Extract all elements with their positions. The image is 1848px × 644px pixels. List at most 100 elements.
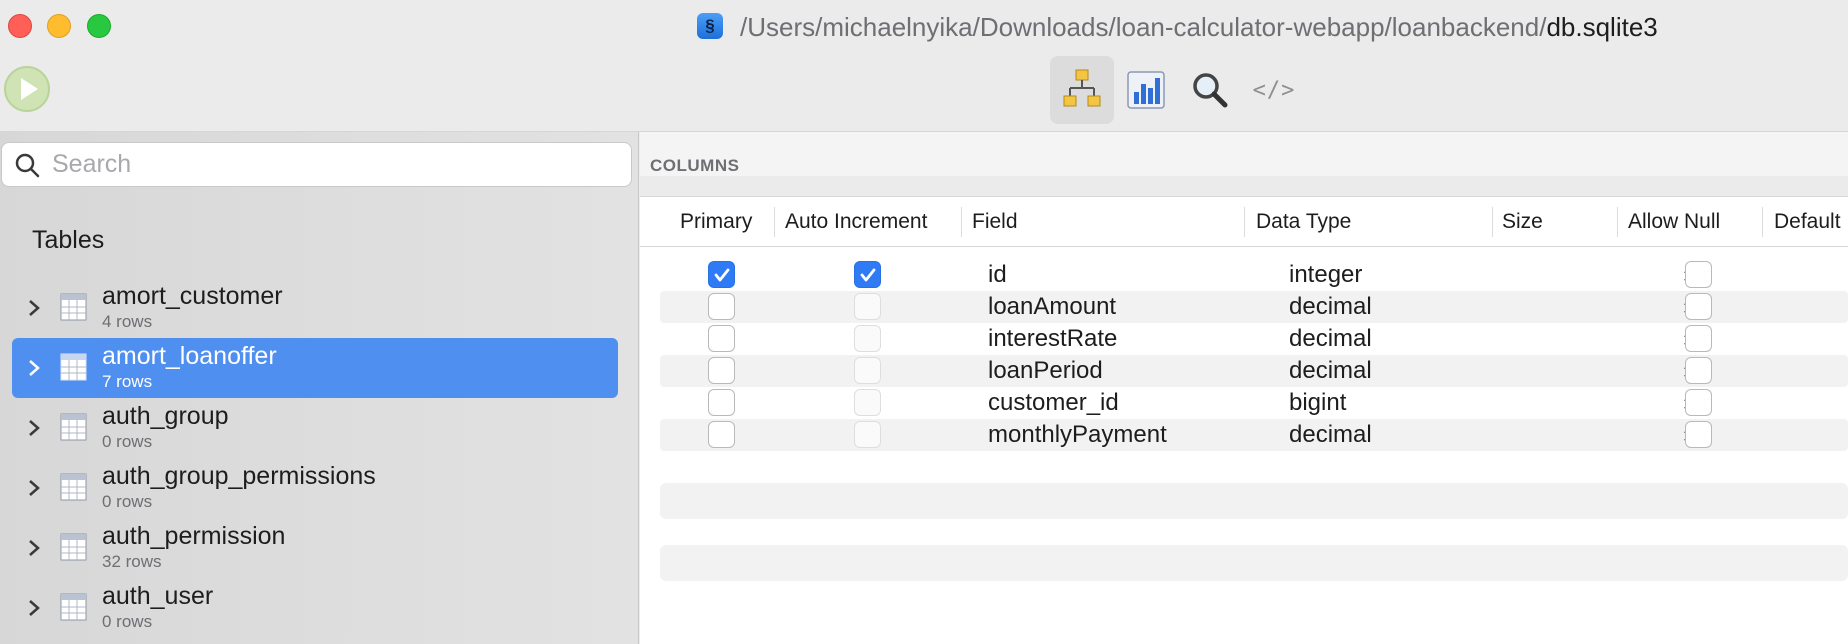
structure-view-button[interactable]	[1050, 56, 1114, 124]
primary-checkbox[interactable]	[708, 325, 735, 352]
query-view-button[interactable]	[1178, 56, 1242, 124]
tables-list: amort_customer 4 rows amort_loanoffer 7 …	[12, 278, 618, 638]
primary-checkbox[interactable]	[708, 357, 735, 384]
allow-null-checkbox[interactable]	[1685, 261, 1712, 288]
table-row[interactable]: loanPeriod decimal	[660, 355, 1848, 387]
auto-increment-checkbox[interactable]	[854, 293, 881, 320]
allow-null-checkbox[interactable]	[1685, 357, 1712, 384]
columns-grid: Primary Auto Increment Field Data Type S…	[640, 196, 1848, 644]
close-window-button[interactable]	[8, 14, 32, 38]
header-default[interactable]: Default	[1774, 210, 1841, 234]
field-name[interactable]: monthlyPayment	[988, 421, 1167, 449]
table-icon	[60, 413, 87, 441]
table-row[interactable]: loanAmount decimal	[660, 291, 1848, 323]
run-button[interactable]	[4, 66, 50, 112]
auto-increment-checkbox[interactable]	[854, 421, 881, 448]
primary-checkbox[interactable]	[708, 389, 735, 416]
chevron-right-icon[interactable]	[26, 476, 42, 500]
table-row[interactable]: auth_group 0 rows	[12, 398, 618, 458]
chevron-right-icon[interactable]	[26, 596, 42, 620]
table-icon	[60, 593, 87, 621]
field-name[interactable]: id	[988, 261, 1007, 289]
table-row-selected[interactable]: amort_loanoffer 7 rows	[12, 338, 618, 398]
table-row[interactable]: monthlyPayment decimal	[660, 419, 1848, 451]
chevron-right-icon[interactable]	[26, 416, 42, 440]
primary-checkbox[interactable]	[708, 261, 735, 288]
chevron-right-icon[interactable]	[26, 536, 42, 560]
play-icon	[21, 78, 38, 100]
title-path-prefix: /Users/michaelnyika/Downloads/loan-calcu…	[740, 12, 1547, 42]
columns-header-row: Primary Auto Increment Field Data Type S…	[640, 197, 1848, 247]
auto-increment-checkbox[interactable]	[854, 261, 881, 288]
field-name[interactable]: loanPeriod	[988, 357, 1103, 385]
table-row[interactable]: interestRate decimal	[660, 323, 1848, 355]
search-icon	[15, 153, 40, 177]
minimize-window-button[interactable]	[47, 14, 71, 38]
bar-chart-icon	[1127, 71, 1165, 109]
table-name: auth_group	[102, 402, 229, 430]
auto-increment-checkbox[interactable]	[854, 357, 881, 384]
table-row[interactable]: customer_id bigint	[660, 387, 1848, 419]
chevron-right-icon[interactable]	[26, 296, 42, 320]
table-row[interactable]: auth_user 0 rows	[12, 578, 618, 638]
column-divider[interactable]	[961, 207, 962, 237]
checkmark-icon	[714, 268, 729, 281]
column-divider[interactable]	[1492, 207, 1493, 237]
tables-heading: Tables	[32, 226, 105, 254]
table-name: amort_customer	[102, 282, 283, 310]
header-size[interactable]: Size	[1502, 210, 1543, 234]
search-box[interactable]	[1, 142, 632, 187]
data-type-select[interactable]: decimal	[1289, 325, 1372, 353]
allow-null-checkbox[interactable]	[1685, 325, 1712, 352]
primary-checkbox[interactable]	[708, 293, 735, 320]
section-divider	[640, 176, 1848, 196]
column-divider[interactable]	[774, 207, 775, 237]
chevron-right-icon[interactable]	[26, 356, 42, 380]
table-row-count: 7 rows	[102, 372, 153, 391]
table-row-count: 0 rows	[102, 612, 153, 631]
sql-view-button[interactable]: </>	[1242, 56, 1306, 124]
columns-section-title: COLUMNS	[650, 156, 740, 175]
empty-row	[660, 545, 1848, 581]
table-icon	[60, 533, 87, 561]
search-input[interactable]	[52, 150, 612, 179]
table-icon	[60, 353, 87, 381]
allow-null-checkbox[interactable]	[1685, 293, 1712, 320]
data-type-select[interactable]: decimal	[1289, 293, 1372, 321]
table-row-count: 0 rows	[102, 432, 153, 451]
header-allow-null[interactable]: Allow Null	[1628, 210, 1720, 234]
view-switcher: </>	[1050, 56, 1330, 124]
data-type-select[interactable]: decimal	[1289, 357, 1372, 385]
title-file-name: db.sqlite3	[1546, 12, 1658, 42]
allow-null-checkbox[interactable]	[1685, 389, 1712, 416]
header-primary[interactable]: Primary	[680, 210, 752, 234]
data-type-select[interactable]: bigint	[1289, 389, 1346, 417]
table-row[interactable]: auth_permission 32 rows	[12, 518, 618, 578]
app-window: § /Users/michaelnyika/Downloads/loan-cal…	[0, 0, 1848, 644]
header-auto-increment[interactable]: Auto Increment	[785, 210, 927, 234]
structure-panel: COLUMNS Primary Auto Increment Field Dat…	[640, 132, 1848, 644]
header-field[interactable]: Field	[972, 210, 1018, 234]
column-divider[interactable]	[1244, 207, 1245, 237]
table-row[interactable]: auth_group_permissions 0 rows	[12, 458, 618, 518]
code-icon: </>	[1252, 77, 1296, 103]
table-icon	[60, 473, 87, 501]
column-divider[interactable]	[1762, 207, 1763, 237]
table-row-count: 32 rows	[102, 552, 162, 571]
table-row[interactable]: amort_customer 4 rows	[12, 278, 618, 338]
table-row[interactable]: id integer	[660, 259, 1848, 291]
content-view-button[interactable]	[1114, 56, 1178, 124]
field-name[interactable]: loanAmount	[988, 293, 1116, 321]
field-name[interactable]: customer_id	[988, 389, 1119, 417]
table-row-count: 4 rows	[102, 312, 153, 331]
column-divider[interactable]	[1617, 207, 1618, 237]
data-type-select[interactable]: integer	[1289, 261, 1362, 289]
allow-null-checkbox[interactable]	[1685, 421, 1712, 448]
primary-checkbox[interactable]	[708, 421, 735, 448]
data-type-select[interactable]: decimal	[1289, 421, 1372, 449]
header-data-type[interactable]: Data Type	[1256, 210, 1351, 234]
field-name[interactable]: interestRate	[988, 325, 1117, 353]
auto-increment-checkbox[interactable]	[854, 389, 881, 416]
zoom-window-button[interactable]	[87, 14, 111, 38]
auto-increment-checkbox[interactable]	[854, 325, 881, 352]
